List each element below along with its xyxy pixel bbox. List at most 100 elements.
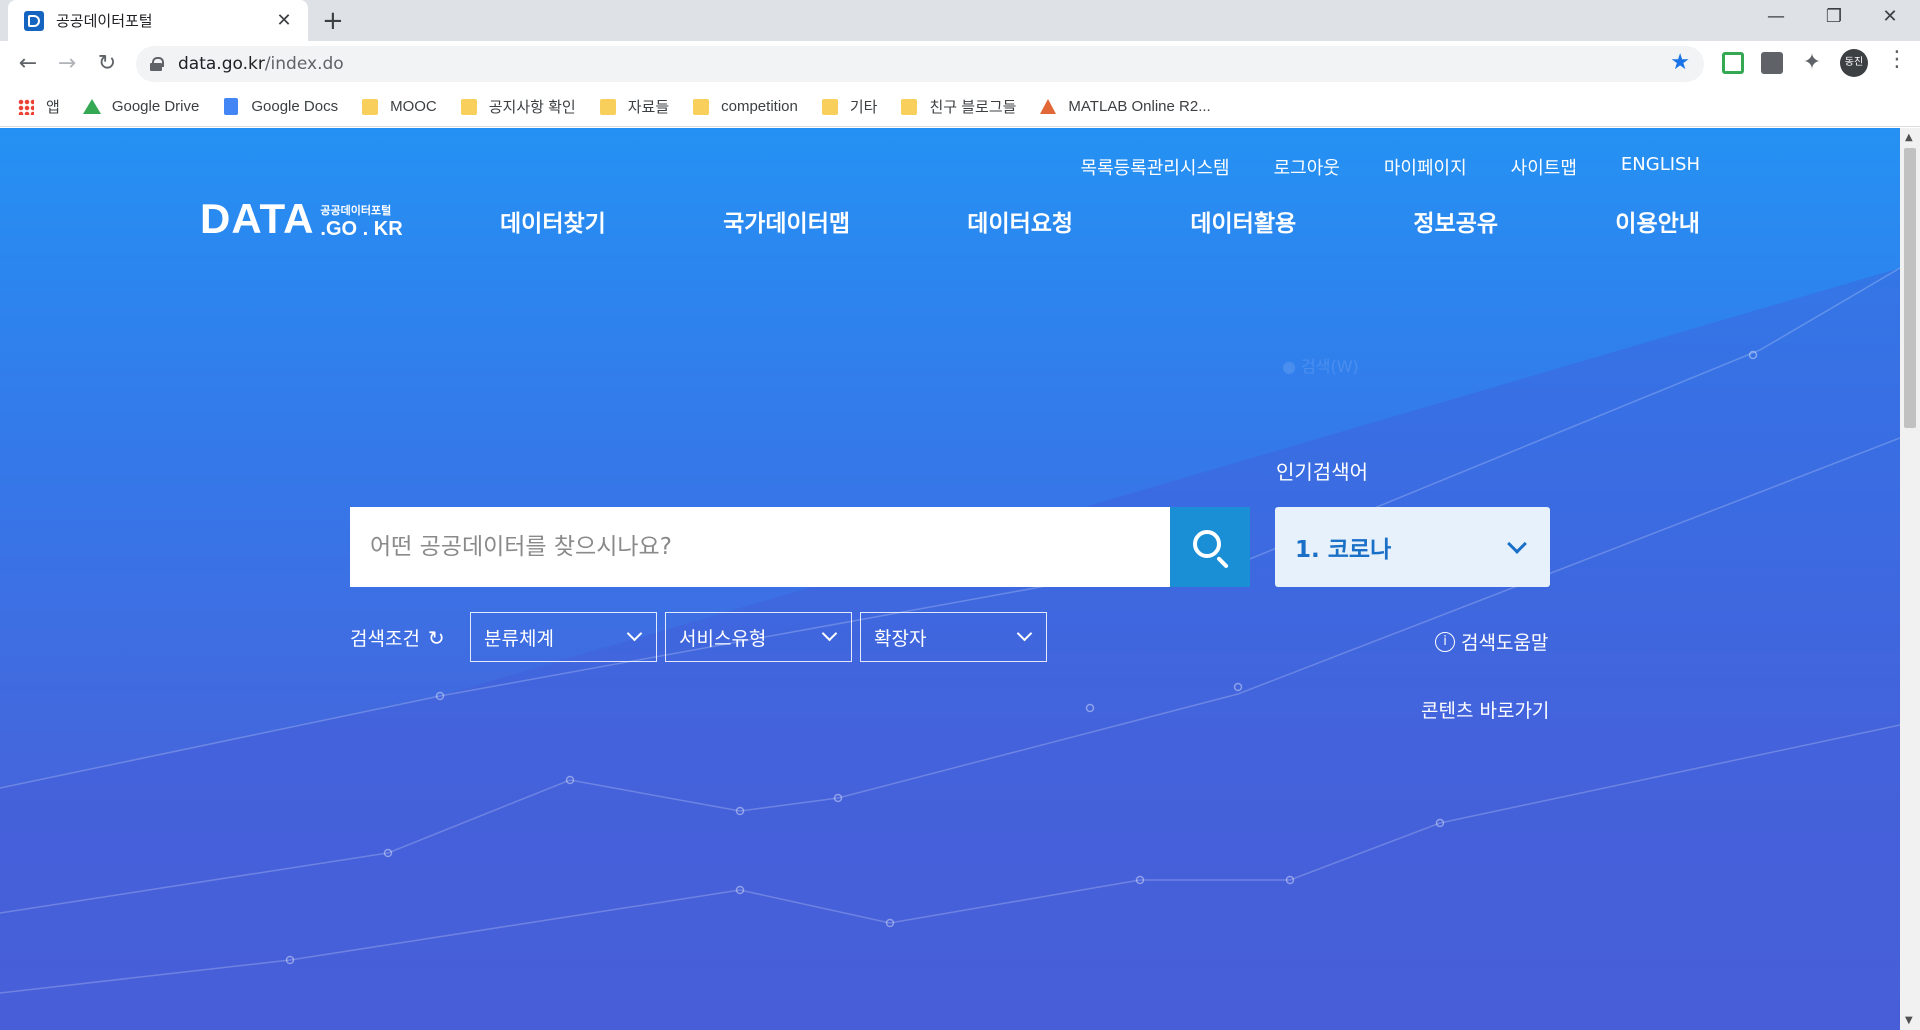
chevron-down-icon	[1507, 534, 1527, 554]
main-nav: 데이터찾기 국가데이터맵 데이터요청 데이터활용 정보공유 이용안내	[500, 204, 1700, 238]
filter-label: 서비스유형	[679, 627, 767, 650]
util-nav-english[interactable]: ENGLISH	[1621, 154, 1700, 180]
page-hero: 목록등록관리시스템 로그아웃 마이페이지 사이트맵 ENGLISH DATA 공…	[0, 128, 1900, 1030]
bookmark-apps[interactable]: 앱	[18, 96, 60, 117]
tab-close-icon[interactable]: ✕	[274, 10, 294, 31]
folder-icon	[362, 98, 379, 115]
bookmark-label: 공지사항 확인	[488, 99, 576, 116]
util-nav-mypage[interactable]: 마이페이지	[1384, 154, 1467, 180]
bookmark-folder-materials[interactable]: 자료들	[599, 96, 670, 117]
url-text: data.go.kr/index.do	[178, 54, 344, 74]
page-scrollbar[interactable]: ▲ ▼	[1900, 128, 1920, 1030]
browser-tab-bar: 공공데이터포털 ✕ + — ❐ ✕	[0, 0, 1920, 41]
chevron-down-icon	[626, 625, 643, 642]
bookmark-google-docs[interactable]: Google Docs	[223, 98, 338, 115]
apps-icon	[18, 98, 34, 115]
popular-search-label: 인기검색어	[1276, 460, 1368, 484]
reset-icon[interactable]: ↻	[428, 626, 445, 650]
scroll-down-arrow-icon[interactable]: ▼	[1905, 1015, 1913, 1026]
bookmark-label: 기타	[849, 99, 878, 116]
url-host: data.go.kr	[178, 54, 265, 74]
bookmark-label: Google Drive	[111, 98, 200, 115]
filter-label: 분류체계	[484, 627, 554, 650]
search-icon	[1193, 530, 1221, 558]
extensions-puzzle-icon[interactable]: ✦	[1798, 49, 1826, 77]
folder-icon	[901, 98, 918, 115]
bookmark-folder-etc[interactable]: 기타	[821, 96, 878, 117]
main-nav-info-share[interactable]: 정보공유	[1413, 204, 1498, 238]
info-icon: i	[1435, 631, 1455, 652]
scrollbar-thumb[interactable]	[1904, 148, 1916, 428]
chevron-down-icon	[1016, 625, 1033, 642]
folder-icon	[821, 98, 838, 115]
google-drive-icon	[82, 99, 101, 115]
logo-main-text: DATA	[200, 195, 315, 242]
bookmark-label: Google Docs	[251, 98, 339, 115]
bookmark-folder-competition[interactable]: competition	[693, 98, 798, 115]
filter-extension-dropdown[interactable]: 확장자	[860, 612, 1047, 662]
logo-suffix-text: .GO . KR	[320, 218, 403, 240]
bookmark-folder-notice[interactable]: 공지사항 확인	[460, 96, 576, 117]
main-nav-data-usage[interactable]: 데이터활용	[1190, 204, 1296, 238]
bookmarks-bar: 앱 Google Drive Google Docs MOOC 공지사항 확인 …	[0, 87, 1920, 127]
search-condition-label: 검색조건	[350, 628, 420, 650]
google-docs-icon	[223, 98, 239, 115]
bookmark-label: MATLAB Online R2...	[1068, 98, 1211, 115]
bookmark-label: 앱	[46, 99, 60, 116]
content-shortcut-link[interactable]: 콘텐츠 바로가기	[1421, 696, 1549, 723]
extension-screen-icon[interactable]	[1722, 52, 1744, 74]
filter-service-type-dropdown[interactable]: 서비스유형	[665, 612, 852, 662]
main-nav-usage-guide[interactable]: 이용안내	[1615, 204, 1700, 238]
site-logo[interactable]: DATA 공공데이터포털 .GO . KR	[200, 195, 403, 242]
search-button[interactable]	[1170, 507, 1250, 587]
matlab-icon	[1040, 99, 1057, 115]
utility-nav: 목록등록관리시스템 로그아웃 마이페이지 사이트맵 ENGLISH	[1037, 154, 1700, 180]
main-nav-find-data[interactable]: 데이터찾기	[500, 204, 606, 238]
forward-arrow-icon[interactable]: →	[53, 50, 81, 78]
bookmark-folder-friend-blogs[interactable]: 친구 블로그들	[901, 96, 1016, 117]
main-nav-data-request[interactable]: 데이터요청	[967, 204, 1073, 238]
url-path: /index.do	[264, 54, 344, 74]
util-nav-catalog-system[interactable]: 목록등록관리시스템	[1081, 154, 1230, 180]
lock-icon	[150, 57, 164, 71]
profile-avatar[interactable]: 동진	[1840, 49, 1868, 77]
logo-side: 공공데이터포털 .GO . KR	[320, 202, 402, 240]
popular-search-dropdown[interactable]: 1. 코로나	[1275, 507, 1550, 587]
bookmark-label: 자료들	[627, 99, 670, 116]
browser-tab[interactable]: 공공데이터포털 ✕	[8, 0, 308, 41]
bookmark-folder-mooc[interactable]: MOOC	[362, 98, 437, 115]
folder-icon	[693, 98, 710, 115]
bookmark-label: competition	[721, 98, 798, 115]
util-nav-sitemap[interactable]: 사이트맵	[1511, 154, 1577, 180]
menu-kebab-icon[interactable]: ⋮	[1886, 47, 1908, 72]
chevron-down-icon	[821, 625, 838, 642]
window-close-button[interactable]: ✕	[1870, 6, 1910, 27]
util-nav-logout[interactable]: 로그아웃	[1274, 154, 1340, 180]
search-help-label: 검색도움말	[1461, 632, 1549, 654]
filter-label: 확장자	[874, 627, 927, 650]
bookmark-star-icon[interactable]: ★	[1670, 50, 1690, 75]
scroll-up-arrow-icon[interactable]: ▲	[1905, 132, 1913, 143]
back-arrow-icon[interactable]: ←	[14, 50, 42, 78]
popular-search-selected: 1. 코로나	[1295, 537, 1392, 563]
filter-category-dropdown[interactable]: 분류체계	[470, 612, 657, 662]
bookmark-google-drive[interactable]: Google Drive	[82, 98, 200, 115]
main-nav-national-data-map[interactable]: 국가데이터맵	[723, 204, 850, 238]
new-tab-button[interactable]: +	[322, 6, 344, 36]
extension-reader-icon[interactable]	[1761, 52, 1783, 74]
logo-small-text: 공공데이터포털	[320, 204, 392, 217]
search-box	[350, 507, 1170, 587]
minimize-button[interactable]: —	[1756, 6, 1796, 27]
search-help-link[interactable]: i 검색도움말	[1435, 628, 1548, 655]
bookmark-label: MOOC	[390, 98, 437, 115]
search-condition: 검색조건 ↻	[350, 624, 445, 651]
reload-icon[interactable]: ↻	[93, 50, 121, 78]
folder-icon	[460, 98, 477, 115]
restore-button[interactable]: ❐	[1814, 6, 1854, 27]
bookmark-label: 친구 블로그들	[929, 99, 1017, 116]
faint-overlay-text: ● 검색(W)	[1282, 357, 1359, 376]
search-input[interactable]	[370, 534, 1170, 560]
address-bar[interactable]: data.go.kr/index.do ★	[136, 46, 1704, 82]
bookmark-matlab-online[interactable]: MATLAB Online R2...	[1040, 98, 1211, 115]
tab-title: 공공데이터포털	[56, 12, 153, 30]
